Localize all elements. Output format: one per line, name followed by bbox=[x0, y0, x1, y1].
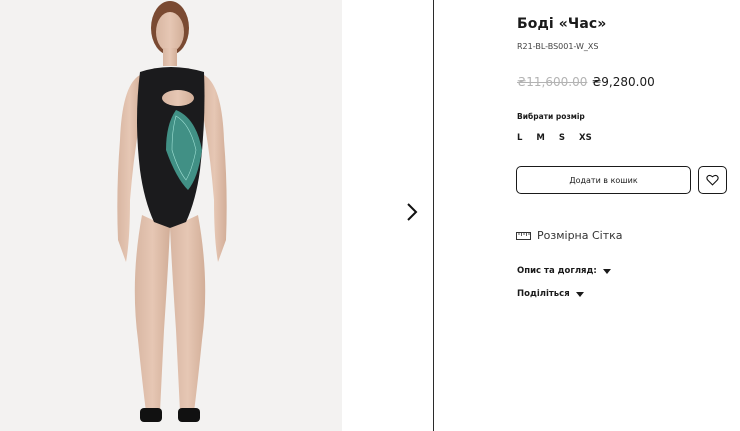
size-option-m[interactable]: M bbox=[536, 133, 544, 143]
caret-down-icon bbox=[575, 291, 584, 297]
size-chart-link[interactable]: Розмірна Сітка bbox=[516, 229, 623, 242]
size-option-xs[interactable]: XS bbox=[579, 133, 592, 143]
model-figure bbox=[117, 1, 227, 422]
sale-price: ₴9,280.00 bbox=[592, 75, 655, 89]
share-label: Поділіться bbox=[517, 289, 570, 299]
ruler-icon bbox=[516, 231, 531, 240]
chevron-right-icon bbox=[407, 203, 418, 221]
caret-down-icon bbox=[602, 268, 611, 274]
wishlist-button[interactable] bbox=[698, 166, 727, 194]
panel-divider bbox=[433, 0, 434, 431]
description-care-toggle[interactable]: Опис та догляд: bbox=[517, 266, 611, 276]
size-chart-label: Розмірна Сітка bbox=[537, 229, 623, 242]
size-selector-label: Вибрати розмір bbox=[517, 112, 585, 121]
heart-icon bbox=[706, 174, 719, 186]
share-toggle[interactable]: Поділіться bbox=[517, 289, 584, 299]
gallery-next-button[interactable] bbox=[398, 198, 426, 226]
size-option-l[interactable]: L bbox=[517, 133, 522, 143]
add-to-cart-button[interactable]: Додати в кошик bbox=[516, 166, 691, 194]
product-sku: R21-BL-BS001-W_XS bbox=[517, 42, 599, 51]
size-option-s[interactable]: S bbox=[559, 133, 565, 143]
product-title: Боді «Час» bbox=[517, 16, 607, 32]
size-options: L M S XS bbox=[517, 133, 606, 143]
old-price: ₴11,600.00 bbox=[517, 75, 588, 89]
product-image[interactable] bbox=[0, 0, 342, 431]
description-care-label: Опис та догляд: bbox=[517, 266, 597, 276]
